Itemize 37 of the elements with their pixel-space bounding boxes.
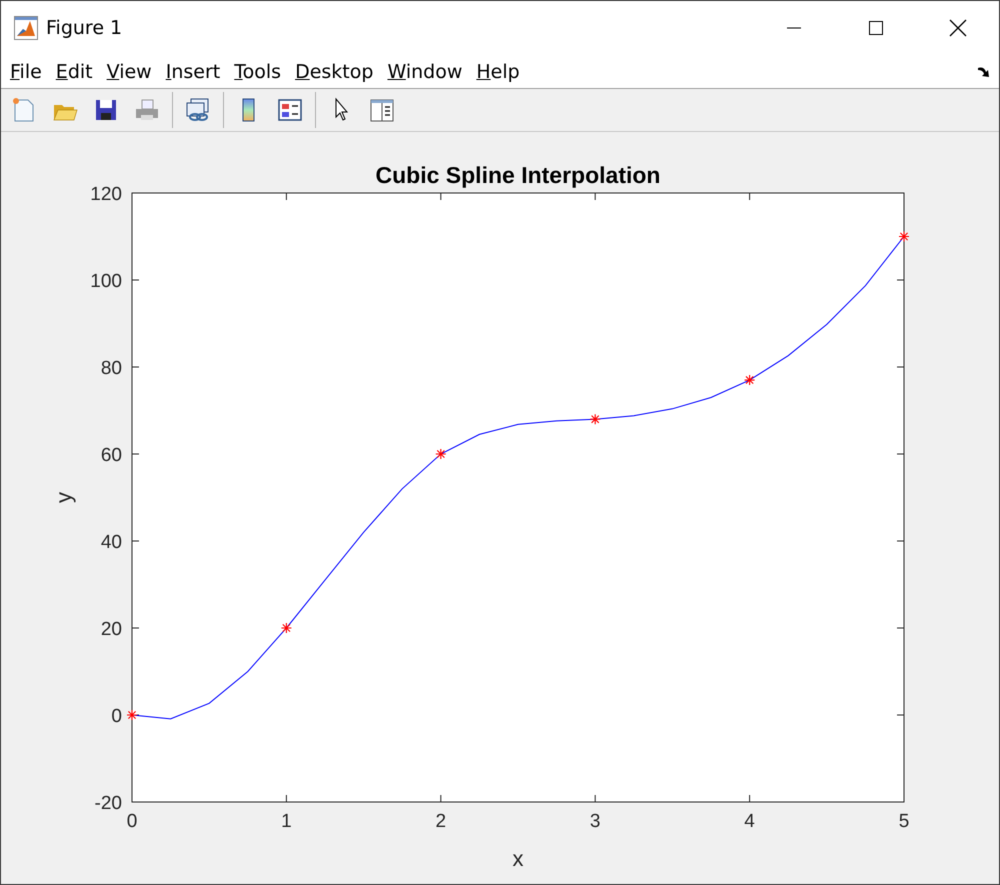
y-tick-label: 0 — [111, 706, 122, 727]
y-tick-label: 100 — [90, 271, 122, 292]
menu-item[interactable]: Tools — [234, 60, 282, 82]
data-point-marker — [744, 374, 756, 386]
x-tick-label: 3 — [590, 811, 600, 832]
app-icon — [14, 16, 38, 40]
y-tick-label: 60 — [100, 445, 122, 466]
maximize-icon — [868, 20, 884, 36]
menu-item[interactable]: Help — [476, 60, 520, 82]
menu-item[interactable]: View — [106, 60, 152, 82]
x-tick-label: 0 — [126, 811, 138, 832]
x-tick-label: 4 — [744, 811, 755, 832]
x-tick-label: 5 — [898, 811, 910, 832]
y-tick-label: 40 — [100, 532, 122, 553]
data-point-marker — [435, 448, 446, 460]
menu-item[interactable]: Desktop — [295, 60, 374, 82]
x-axis-label: x — [512, 846, 524, 871]
data-point-marker — [126, 709, 138, 721]
y-tick-label: 20 — [100, 619, 122, 640]
y-tick-label: 120 — [90, 184, 122, 205]
minimize-icon — [786, 27, 802, 29]
y-tick-label: -20 — [94, 793, 122, 814]
dock-arrow-icon[interactable] — [977, 66, 991, 78]
menu-item[interactable]: Edit — [56, 60, 93, 82]
menu-item[interactable]: Insert — [166, 60, 220, 82]
y-tick-label: 80 — [100, 358, 122, 379]
data-point-marker — [898, 230, 910, 242]
data-point-marker — [280, 622, 292, 634]
window-title: Figure 1 — [46, 17, 122, 39]
y-axis-label: y — [51, 492, 76, 503]
data-point-marker — [590, 414, 601, 425]
menu-item[interactable]: Window — [387, 60, 462, 82]
close-icon — [949, 19, 967, 37]
chart-title: Cubic Spline Interpolation — [376, 162, 660, 188]
x-tick-label: 2 — [436, 811, 446, 832]
x-tick-label: 1 — [281, 811, 292, 832]
menu-item[interactable]: File — [10, 60, 42, 82]
